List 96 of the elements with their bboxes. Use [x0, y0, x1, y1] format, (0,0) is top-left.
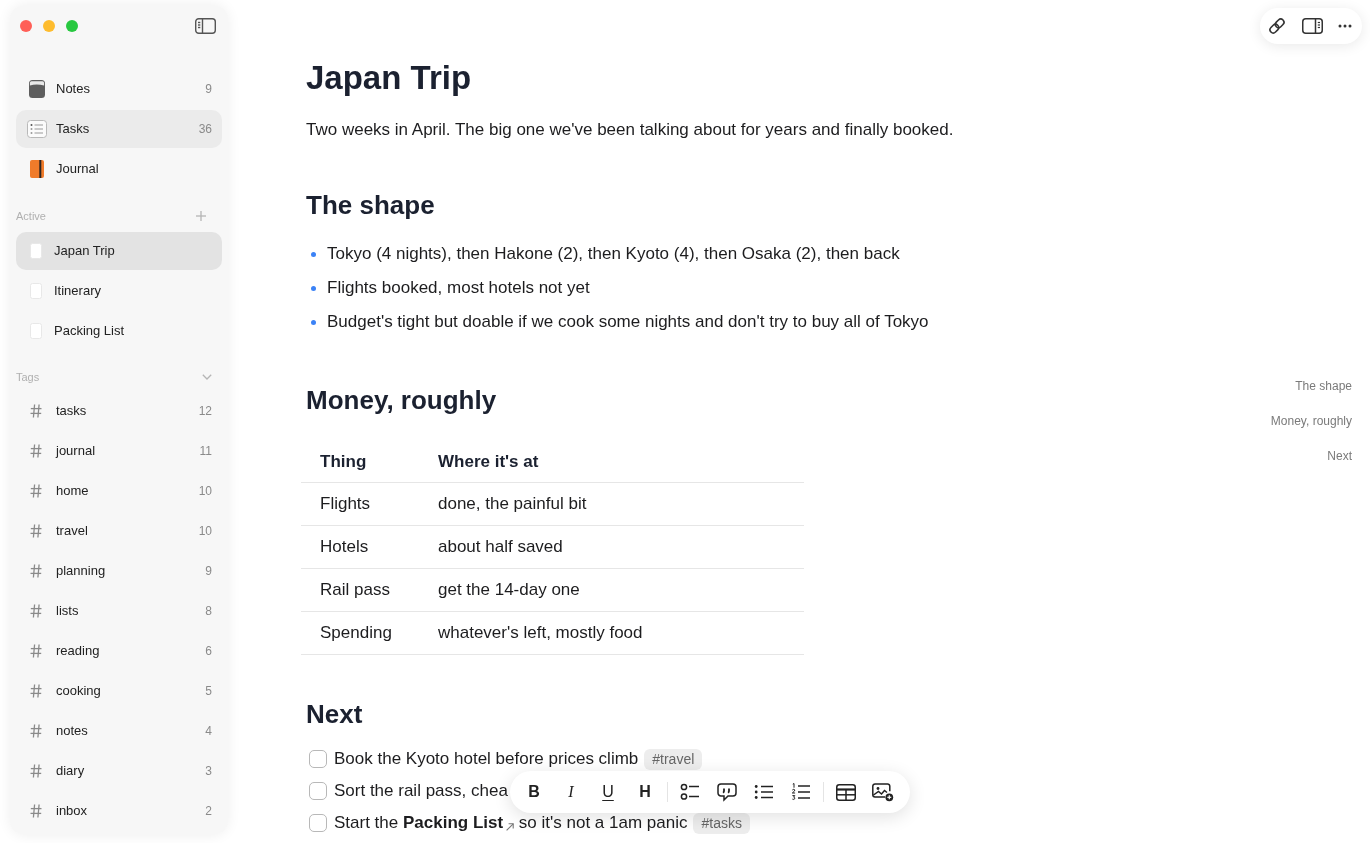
sidebar-item[interactable]: cooking 5	[16, 672, 222, 710]
sidebar-item[interactable]: planning 9	[16, 552, 222, 590]
item-count: 36	[198, 121, 212, 138]
item-count: 11	[199, 443, 212, 460]
sidebar-item[interactable]: reading 6	[16, 632, 222, 670]
column-header: Where it's at	[438, 450, 540, 473]
image-plus-icon[interactable]	[872, 782, 894, 802]
sidebar-icon[interactable]	[195, 18, 216, 34]
heading-button[interactable]: H	[630, 777, 660, 807]
sidebar-item[interactable]: travel 10	[16, 512, 222, 550]
item-count: 9	[205, 563, 212, 580]
bullet-icon	[311, 285, 316, 291]
hash-icon	[30, 484, 42, 498]
item-count: 10	[198, 483, 212, 500]
item-count: 8	[205, 603, 212, 620]
task-text: Sort the rail pass, chea	[334, 780, 508, 802]
bullet-icon	[311, 319, 316, 325]
item-count: 5	[205, 683, 212, 700]
outline-link[interactable]: The shape	[1295, 378, 1352, 394]
tag[interactable]: #travel	[644, 748, 703, 770]
numbered-list-icon[interactable]	[791, 783, 811, 801]
hash-icon	[30, 404, 42, 418]
checkbox[interactable]	[309, 782, 327, 800]
hash-icon	[30, 524, 42, 538]
outline-link[interactable]: Next	[1327, 448, 1352, 464]
sidebar-item[interactable]: Notes 9	[16, 70, 222, 108]
sidebar-item[interactable]: diary 3	[16, 752, 222, 790]
panel-icon[interactable]	[1302, 18, 1323, 34]
hash-icon	[30, 764, 42, 778]
hash-icon	[30, 644, 42, 658]
checkbox[interactable]	[309, 750, 327, 768]
table-icon[interactable]	[836, 783, 856, 801]
hash-icon	[30, 804, 42, 818]
checkbox[interactable]	[309, 814, 327, 832]
box-icon	[28, 79, 46, 99]
paragraph: Two weeks in April. The big one we've been talking about for years and finally booked.	[306, 119, 954, 141]
arrow-icon	[506, 823, 515, 831]
item-count: 6	[205, 643, 212, 660]
table-cell-text: about half saved	[438, 536, 564, 559]
item-count: 12	[198, 403, 212, 420]
italic-button[interactable]: I	[556, 777, 586, 807]
sidebar-item[interactable]: lists 8	[16, 592, 222, 630]
document-title: Japan Trip	[306, 58, 472, 98]
book-icon	[29, 159, 45, 179]
bold-button[interactable]: B	[519, 777, 549, 807]
tag[interactable]: #tasks	[693, 812, 750, 834]
table-cell-text: Hotels	[319, 536, 370, 559]
more-icon[interactable]	[1338, 24, 1352, 28]
section-heading: Next	[306, 698, 363, 731]
task-text: Book the Kyoto hotel before prices climb	[334, 748, 639, 770]
sidebar-item[interactable]: Packing List	[16, 312, 222, 350]
sidebar-item[interactable]: Japan Trip	[16, 232, 222, 270]
list-item-text: Budget's tight but doable if we cook some nights and don't try to buy all of Tokyo	[327, 311, 929, 333]
item-count: 9	[205, 81, 212, 98]
list-item-text: Flights booked, most hotels not yet	[327, 277, 590, 299]
hash-icon	[30, 444, 42, 458]
list-item-text: Tokyo (4 nights), then Hakone (2), then Kyoto (4), then Osaka (2), then back	[327, 243, 900, 265]
quote-icon[interactable]	[717, 782, 737, 802]
sidebar-item[interactable]: Journal	[16, 150, 222, 188]
bullet-icon	[311, 251, 316, 257]
sidebar-item[interactable]: journal 11	[16, 432, 222, 470]
sidebar-item[interactable]: Itinerary	[16, 272, 222, 310]
hash-icon	[30, 564, 42, 578]
bullet-list-icon[interactable]	[754, 784, 774, 800]
sidebar-item[interactable]: notes 4	[16, 712, 222, 750]
hash-icon	[30, 604, 42, 618]
document-icon	[30, 243, 42, 259]
table-cell-text: get the 14-day one	[438, 579, 581, 602]
item-count: 2	[205, 803, 212, 820]
link-icon[interactable]	[1267, 16, 1287, 36]
table-cell-text: done, the painful bit	[438, 493, 588, 516]
item-count: 4	[205, 723, 212, 740]
column-header: Thing	[319, 450, 368, 473]
underline-button[interactable]: U	[593, 777, 623, 807]
section-heading: The shape	[306, 189, 435, 222]
section-label: Active	[16, 208, 46, 224]
hash-icon	[30, 684, 42, 698]
section-label: Tags	[16, 369, 40, 385]
item-count: 10	[198, 523, 212, 540]
task-text: Start the Packing List so it's not a 1am panic	[334, 812, 688, 834]
sidebar-item[interactable]: home 10	[16, 472, 222, 510]
table-cell-text: Spending	[319, 622, 393, 645]
note-link[interactable]: Packing List	[403, 812, 515, 834]
sidebar-item[interactable]: tasks 12	[16, 392, 222, 430]
close-button[interactable]	[20, 20, 32, 32]
hash-icon	[30, 724, 42, 738]
section-heading: Money, roughly	[306, 384, 497, 417]
table-cell-text: whatever's left, mostly food	[438, 622, 644, 645]
table-cell-text: Flights	[319, 493, 372, 516]
list-icon	[27, 120, 47, 138]
outline-link[interactable]: Money, roughly	[1270, 413, 1352, 429]
item-count: 3	[205, 763, 212, 780]
sidebar-item[interactable]: Tasks 36	[16, 110, 222, 148]
sidebar-item[interactable]: inbox 2	[16, 792, 222, 830]
table-cell-text: Rail pass	[319, 579, 391, 602]
checklist-icon[interactable]	[680, 782, 700, 802]
